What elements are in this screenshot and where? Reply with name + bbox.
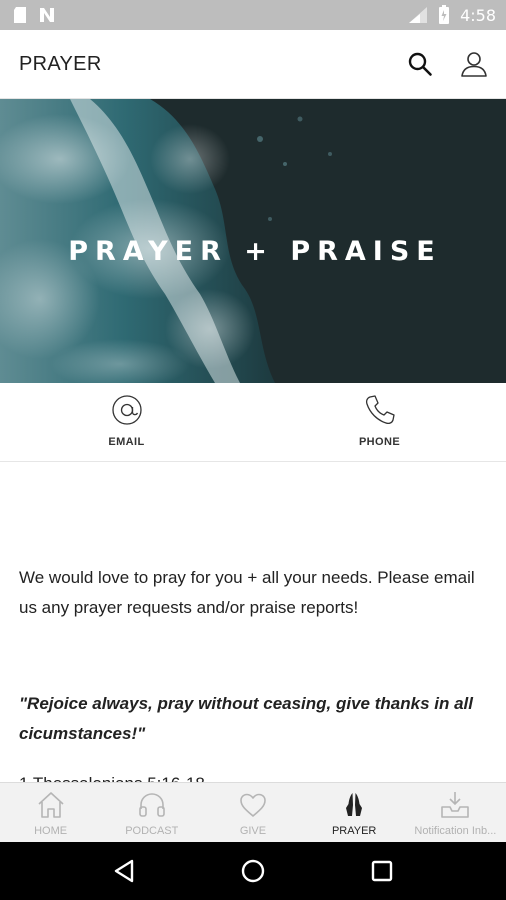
nav-label-home: HOME [34,825,68,837]
home-circle-icon[interactable] [233,851,273,891]
email-label: EMAIL [108,436,145,448]
status-time: 4:58 [460,5,496,25]
nav-label-notification-inbox: Notification Inb... [414,825,497,837]
status-left [12,6,56,24]
profile-icon[interactable] [458,48,490,80]
nav-item-home[interactable]: HOME [0,783,101,842]
intro-text: We would love to pray for you + all your… [19,568,475,617]
nav-item-notification-inbox[interactable]: Notification Inb... [405,783,506,842]
phone-button[interactable]: PHONE [253,383,506,461]
contact-row: EMAIL PHONE [0,383,506,462]
status-right: 4:58 [408,5,496,25]
bottom-nav: HOME PODCAST GIVE PRAYER Notification In… [0,782,506,842]
praying-hands-icon [338,789,370,821]
nav-item-podcast[interactable]: PODCAST [101,783,202,842]
status-bar: 4:58 [0,0,506,30]
phone-icon [363,393,397,427]
prayer-content: We would love to pray for you + all your… [0,462,506,782]
home-icon [35,789,67,821]
headphones-icon [136,789,168,821]
app-bar: PRAYER [0,30,506,99]
system-nav-bar [0,842,506,900]
nav-item-give[interactable]: GIVE [202,783,303,842]
back-icon[interactable] [104,851,144,891]
notification-n-icon [38,6,56,24]
nav-label-podcast: PODCAST [125,825,179,837]
inbox-icon [439,789,471,821]
hero-banner: PRAYER + PRAISE [0,99,506,383]
scripture-citation: 1 Thessalonians 5:16-18 [19,769,205,782]
phone-label: PHONE [358,436,401,448]
page-title: PRAYER [19,52,102,75]
battery-icon [438,5,450,25]
sd-card-icon [12,6,28,24]
at-sign-icon [110,393,144,427]
nav-item-prayer[interactable]: PRAYER [304,783,405,842]
email-button[interactable]: EMAIL [0,383,253,461]
nav-label-prayer: PRAYER [331,825,377,837]
signal-icon [408,6,428,24]
recents-icon[interactable] [362,851,402,891]
search-icon[interactable] [404,48,436,80]
app-actions [404,48,490,80]
nav-label-give: GIVE [239,825,267,837]
scripture-quote: "Rejoice always, pray without ceasing, g… [19,694,473,743]
hero-title: PRAYER + PRAISE [68,235,442,267]
heart-icon [237,789,269,821]
